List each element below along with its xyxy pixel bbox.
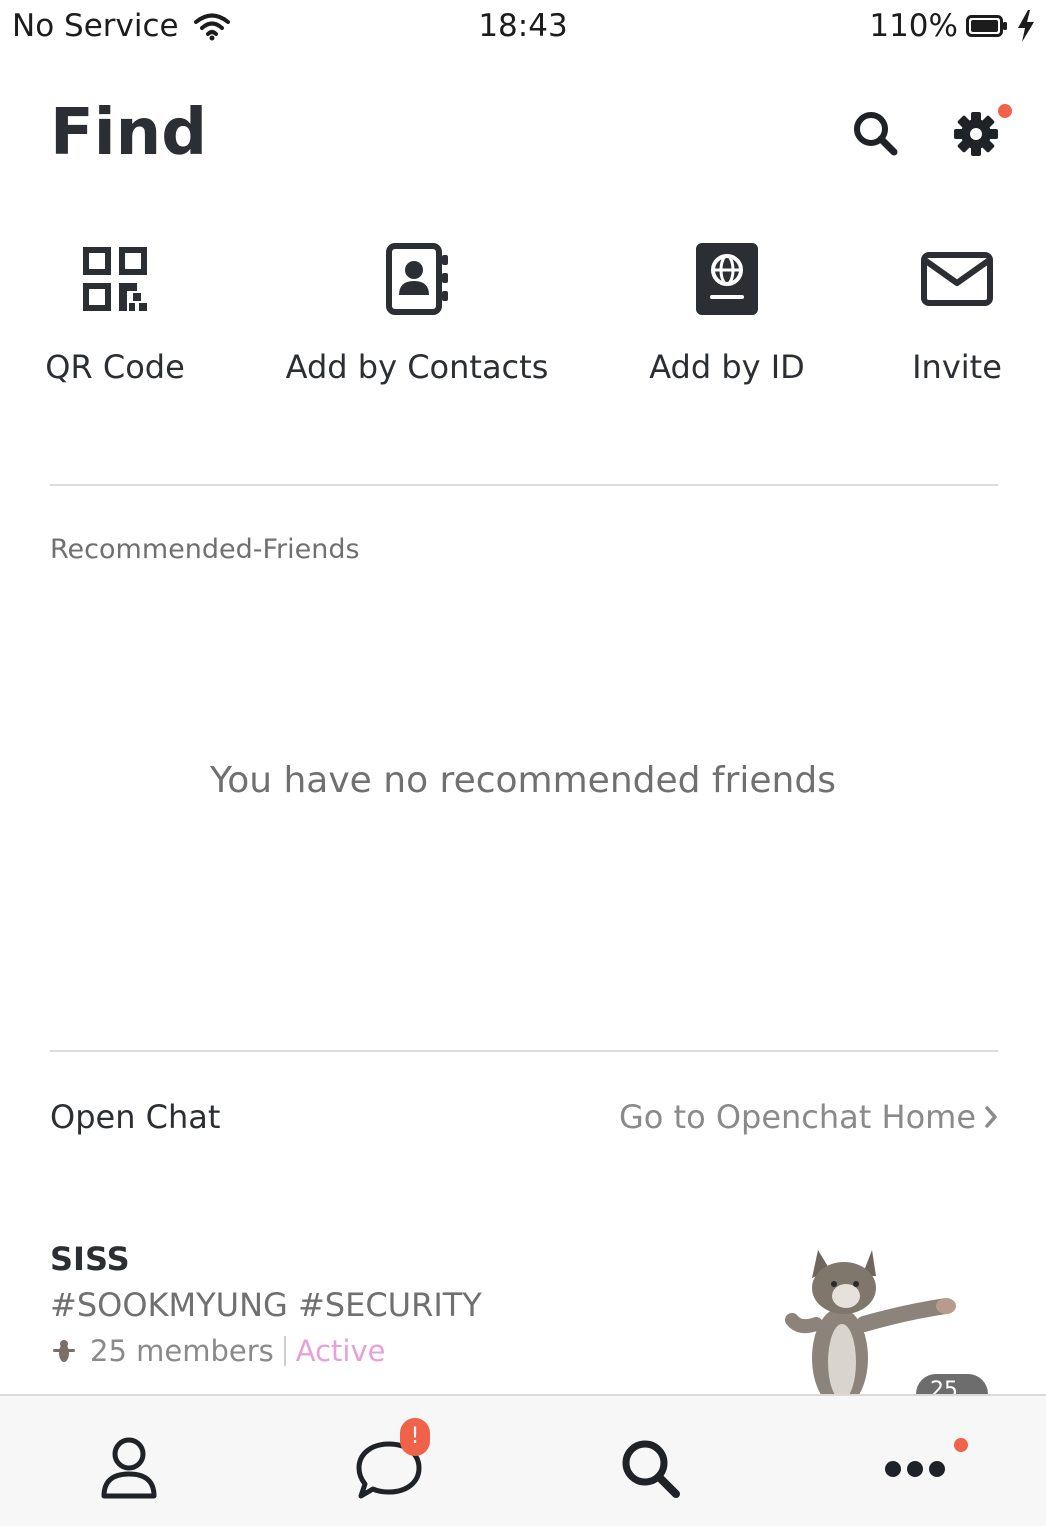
more-notification-dot <box>954 1438 968 1452</box>
settings-notification-dot <box>998 104 1012 118</box>
nav-find[interactable] <box>606 1424 696 1514</box>
recommended-friends-heading: Recommended-Friends <box>50 534 360 565</box>
chat-alert-badge: ! <box>400 1418 430 1456</box>
more-dots-icon <box>885 1461 945 1477</box>
search-icon <box>622 1440 680 1498</box>
add-by-id-label: Add by ID <box>649 348 805 386</box>
chevron-right-icon <box>985 1106 997 1128</box>
action-invite[interactable]: Invite <box>912 236 1002 386</box>
page-title: Find <box>50 96 208 170</box>
like-count: 25 <box>930 1378 958 1394</box>
address-book-icon <box>377 236 457 322</box>
open-chat-item[interactable]: SISS #SOOKMYUNG #SECURITY 25 members Act… <box>0 1230 1046 1394</box>
status-bar: No Service 18:43 110% <box>0 0 1046 56</box>
nav-chats[interactable]: ! <box>344 1418 434 1514</box>
chat-room-thumbnail: 25 <box>776 1240 988 1394</box>
chat-room-tags: #SOOKMYUNG #SECURITY <box>50 1286 482 1324</box>
profile-icon <box>101 1437 157 1499</box>
chat-room-meta: 25 members Active <box>50 1334 385 1368</box>
go-to-openchat-home-link[interactable]: Go to Openchat Home <box>619 1098 998 1136</box>
qr-code-icon <box>75 236 155 322</box>
bottom-navigation: ! <box>0 1394 1046 1526</box>
add-friend-actions: QR Code Add by Contacts Add by ID Invite <box>0 236 1046 406</box>
cat-mini-icon <box>53 1340 75 1362</box>
chat-room-name: SISS <box>50 1240 130 1278</box>
action-qr-code[interactable]: QR Code <box>45 236 185 386</box>
header-settings-button[interactable] <box>948 104 1012 162</box>
open-chat-heading: Open Chat <box>50 1098 221 1136</box>
battery-percent: 110% <box>869 8 958 44</box>
action-add-by-contacts[interactable]: Add by Contacts <box>286 236 548 386</box>
status-right: 110% <box>869 8 1036 44</box>
battery-icon <box>966 15 1007 37</box>
no-recommended-message: You have no recommended friends <box>210 760 836 801</box>
passport-icon <box>687 236 767 322</box>
nav-more[interactable] <box>870 1424 968 1514</box>
openchat-home-label: Go to Openchat Home <box>618 1098 976 1136</box>
divider <box>50 1050 998 1052</box>
header-search-button[interactable] <box>848 106 904 162</box>
search-icon <box>854 112 898 156</box>
envelope-icon <box>917 236 997 322</box>
dancing-cat-image <box>785 1250 956 1394</box>
like-count-badge: 25 <box>916 1374 988 1394</box>
invite-label: Invite <box>912 348 1002 386</box>
activity-status: Active <box>295 1334 386 1368</box>
divider <box>50 484 998 486</box>
nav-friends[interactable] <box>84 1424 174 1514</box>
action-add-by-id[interactable]: Add by ID <box>649 236 805 386</box>
meta-separator <box>283 1336 286 1366</box>
member-count: 25 members <box>90 1334 274 1368</box>
gear-icon <box>954 112 998 156</box>
charging-bolt-icon <box>1018 10 1034 42</box>
add-by-contacts-label: Add by Contacts <box>285 348 549 386</box>
qr-code-label: QR Code <box>45 348 185 386</box>
